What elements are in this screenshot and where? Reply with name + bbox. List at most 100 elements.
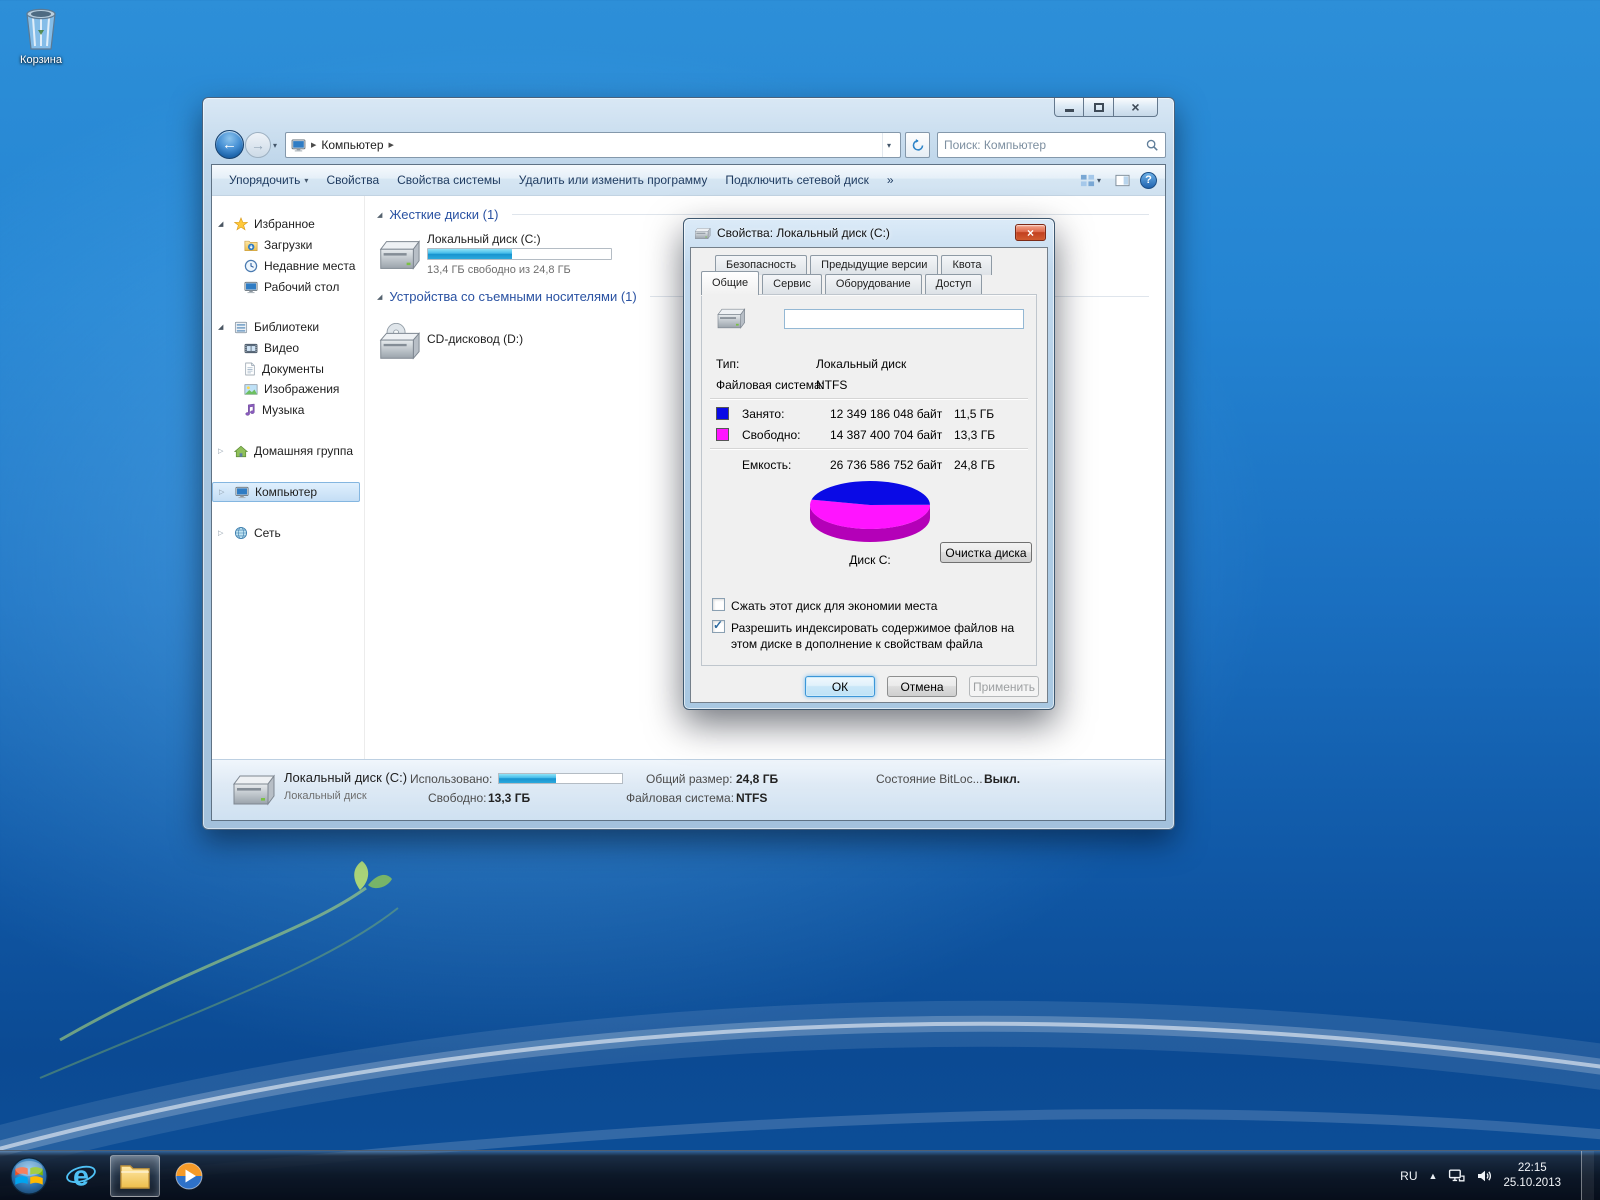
dialog-close-button[interactable]: × xyxy=(1015,224,1046,241)
hard-drive-icon xyxy=(693,226,711,241)
type-label: Тип: xyxy=(716,357,739,371)
hard-drive-icon xyxy=(714,305,746,332)
taskbar-clock[interactable]: 22:15 25.10.2013 xyxy=(1503,1161,1561,1191)
sidebar-item-favorites[interactable]: ◢ Избранное xyxy=(212,214,360,234)
organize-menu-button[interactable]: Упорядочить ▾ xyxy=(220,169,317,191)
refresh-button[interactable] xyxy=(905,132,930,158)
system-properties-button[interactable]: Свойства системы xyxy=(388,169,510,191)
used-size: 11,5 ГБ xyxy=(954,407,994,421)
language-indicator[interactable]: RU xyxy=(1400,1169,1417,1183)
sidebar-item-computer[interactable]: ▷ Компьютер xyxy=(212,482,360,502)
document-icon xyxy=(244,362,256,376)
show-desktop-button[interactable] xyxy=(1581,1151,1594,1200)
group-expander-icon[interactable]: ◢ xyxy=(377,293,382,301)
picture-icon xyxy=(244,383,258,396)
index-checkbox-label[interactable]: Разрешить индексировать содержимое файло… xyxy=(731,620,1043,652)
sidebar-item-libraries[interactable]: ◢ Библиотеки xyxy=(212,317,360,337)
filesystem-value: NTFS xyxy=(816,378,847,392)
minimize-button[interactable] xyxy=(1054,98,1084,117)
clock-date: 25.10.2013 xyxy=(1503,1176,1561,1191)
tab-sharing[interactable]: Доступ xyxy=(925,274,983,294)
apply-button[interactable]: Применить xyxy=(969,676,1039,697)
show-hidden-icons-button[interactable]: ▲ xyxy=(1429,1171,1438,1181)
cd-drive-name: CD-дисковод (D:) xyxy=(427,332,523,346)
expander-icon[interactable]: ▷ xyxy=(218,529,223,537)
uninstall-program-button[interactable]: Удалить или изменить программу xyxy=(510,169,717,191)
details-used-label: Использовано: xyxy=(410,772,492,786)
checkmark-icon: ✓ xyxy=(713,618,723,632)
dialog-titlebar[interactable]: Свойства: Локальный диск (C:) xyxy=(684,219,1054,247)
properties-dialog: Свойства: Локальный диск (C:) × Безопасн… xyxy=(683,218,1055,710)
taskbar-media-player-button[interactable] xyxy=(164,1155,214,1197)
details-bitlocker-label: Состояние BitLoc... xyxy=(876,772,983,786)
tab-tools[interactable]: Сервис xyxy=(762,274,822,294)
close-button[interactable]: × xyxy=(1113,98,1158,117)
sidebar-item-pictures[interactable]: Изображения xyxy=(212,379,360,399)
sidebar-item-video[interactable]: Видео xyxy=(212,338,360,358)
cd-drive-item[interactable]: CD-дисковод (D:) xyxy=(371,319,633,367)
compress-checkbox-label[interactable]: Сжать этот диск для экономии места xyxy=(731,598,1043,614)
toolbar-overflow-button[interactable]: » xyxy=(878,169,903,191)
recycle-bin-desktop-icon[interactable]: Корзина xyxy=(8,6,74,66)
maximize-button[interactable] xyxy=(1084,98,1113,117)
sidebar-item-downloads[interactable]: Загрузки xyxy=(212,235,360,255)
tab-quota[interactable]: Квота xyxy=(941,255,992,275)
tab-hardware[interactable]: Оборудование xyxy=(825,274,922,294)
free-size: 13,3 ГБ xyxy=(954,428,995,442)
monitor-icon xyxy=(244,281,258,294)
recycle-bin-icon xyxy=(21,6,61,52)
sidebar-item-network[interactable]: ▷ Сеть xyxy=(212,523,360,543)
volume-tray-icon[interactable] xyxy=(1476,1168,1492,1184)
help-button[interactable]: ? xyxy=(1140,172,1157,189)
search-input[interactable] xyxy=(944,138,1145,152)
breadcrumb[interactable]: Компьютер xyxy=(321,138,383,152)
ok-button[interactable]: ОК xyxy=(805,676,875,697)
taskbar-ie-button[interactable]: e xyxy=(56,1155,106,1197)
tab-previous-versions[interactable]: Предыдущие версии xyxy=(810,255,938,275)
address-dropdown-icon[interactable]: ▾ xyxy=(882,133,895,157)
details-free-label: Свободно: xyxy=(428,791,487,805)
change-view-button[interactable]: ▾ xyxy=(1076,170,1105,191)
breadcrumb-arrow-icon[interactable]: ▶ xyxy=(389,141,394,149)
cd-drive-icon xyxy=(375,322,421,362)
start-button[interactable] xyxy=(6,1155,52,1197)
preview-pane-button[interactable] xyxy=(1111,170,1134,191)
expander-icon[interactable]: ◢ xyxy=(218,323,223,331)
details-total-value: 24,8 ГБ xyxy=(736,772,778,786)
used-color-swatch xyxy=(716,407,729,420)
tab-general[interactable]: Общие xyxy=(701,271,759,295)
type-value: Локальный диск xyxy=(816,357,906,371)
drive-c-free-space: 13,4 ГБ свободно из 24,8 ГБ xyxy=(427,264,571,276)
recent-pages-dropdown[interactable]: ▾ xyxy=(273,141,277,150)
sidebar-item-documents[interactable]: Документы xyxy=(212,359,360,379)
disk-cleanup-button[interactable]: Очистка диска xyxy=(940,542,1032,563)
sidebar-item-music[interactable]: Музыка xyxy=(212,400,360,420)
sidebar-item-desktop[interactable]: Рабочий стол xyxy=(212,277,360,297)
sidebar-item-recent-places[interactable]: Недавние места xyxy=(212,256,360,276)
back-button[interactable]: ← xyxy=(215,130,244,159)
address-bar[interactable]: ▶ Компьютер ▶ ▾ xyxy=(285,132,901,158)
taskbar-explorer-button[interactable] xyxy=(110,1155,160,1197)
index-checkbox[interactable]: ✓ xyxy=(712,620,725,633)
volume-label-input[interactable] xyxy=(784,309,1024,329)
compress-checkbox[interactable] xyxy=(712,598,725,611)
cancel-button[interactable]: Отмена xyxy=(887,676,957,697)
network-tray-icon[interactable] xyxy=(1448,1167,1465,1184)
drive-c-item[interactable]: Локальный диск (C:) 13,4 ГБ свободно из … xyxy=(371,230,633,282)
properties-button[interactable]: Свойства xyxy=(317,169,388,191)
group-expander-icon[interactable]: ◢ xyxy=(377,211,382,219)
desktop-background[interactable]: { "desktop": { "recycle_bin_label": "Кор… xyxy=(0,0,1600,1200)
clock-icon xyxy=(244,259,258,273)
sidebar-item-homegroup[interactable]: ▷ Домашняя группа xyxy=(212,441,360,461)
expander-icon[interactable]: ▷ xyxy=(218,447,223,455)
details-total-label: Общий размер: xyxy=(646,772,732,786)
expander-icon[interactable]: ◢ xyxy=(218,220,223,228)
expander-icon[interactable]: ▷ xyxy=(219,488,224,496)
map-network-drive-button[interactable]: Подключить сетевой диск xyxy=(716,169,877,191)
dialog-body: Безопасность Предыдущие версии Квота Общ… xyxy=(690,247,1048,703)
forward-button[interactable]: → xyxy=(245,132,271,158)
breadcrumb-arrow-icon: ▶ xyxy=(311,141,316,149)
taskbar: e RU ▲ 22:15 25.10.2013 xyxy=(0,1150,1600,1200)
dialog-buttons: ОК Отмена Применить xyxy=(805,676,1039,697)
folder-icon xyxy=(119,1162,151,1190)
